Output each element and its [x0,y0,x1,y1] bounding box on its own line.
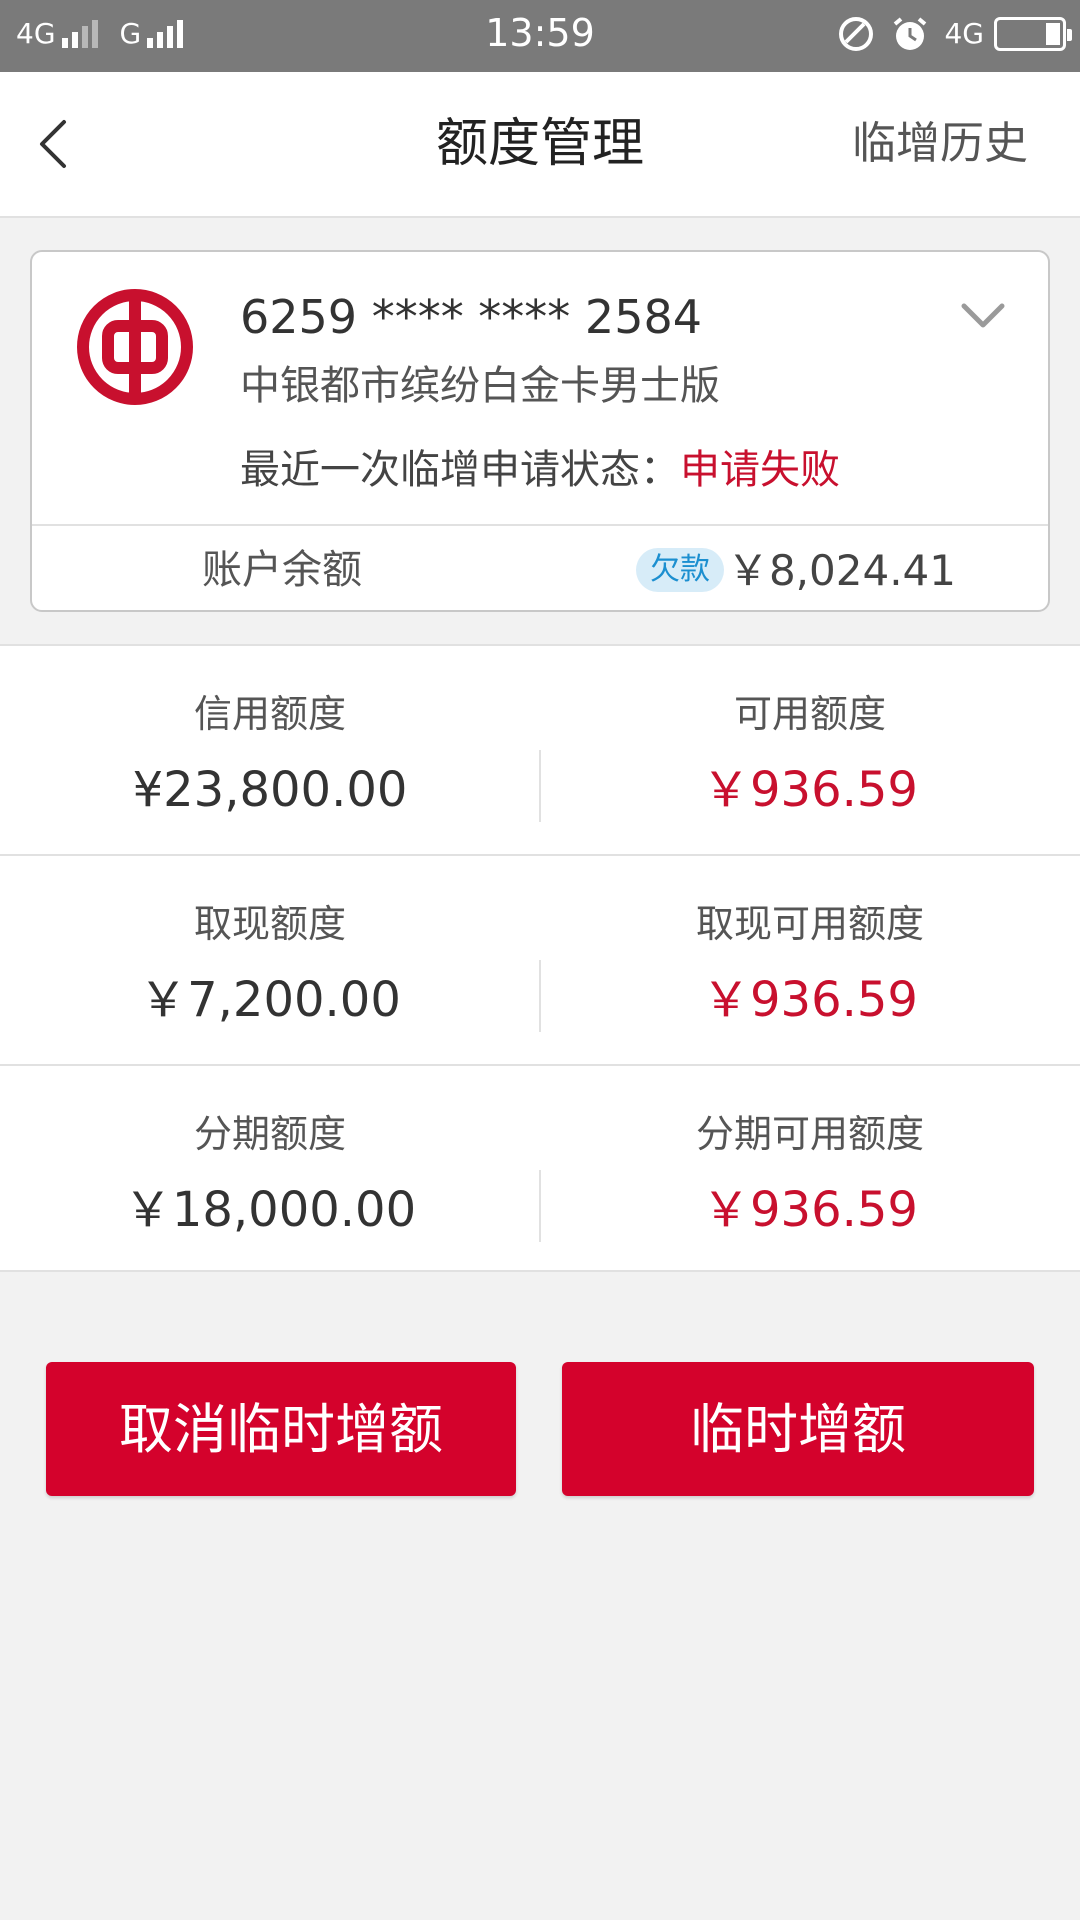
card-name: 中银都市缤纷白金卡男士版 [240,363,720,409]
credit-limit-cell: 信用额度 ¥23,800.00 [0,646,540,854]
bank-logo [77,289,193,405]
rotation-lock-icon [839,17,874,51]
installment-limit-label: 分期额度 [193,1112,346,1156]
card-panel[interactable]: 6259 **** **** 2584 中银都市缤纷白金卡男士版 最近一次临增申… [30,250,1050,612]
available-limit-value: ￥936.59 [702,762,918,818]
limit-row-installment: 分期额度 ￥18,000.00 分期可用额度 ￥936.59 [0,1066,1080,1274]
debt-badge: 欠款 [636,548,724,592]
apply-status-label: 最近一次临增申请状态： [240,447,680,493]
status-right: 4G [822,14,1072,54]
network-type-3: 4G [944,17,984,50]
chevron-down-icon[interactable] [958,298,1008,334]
limit-row-cash: 取现额度 ￥7,200.00 取现可用额度 ￥936.59 [0,856,1080,1064]
nav-bar: 额度管理 临增历史 [0,72,1080,218]
installment-available-label: 分期可用额度 [695,1112,924,1156]
cash-available-value: ￥936.59 [702,972,918,1028]
available-limit-label: 可用额度 [733,692,886,736]
cash-limit-value: ￥7,200.00 [139,972,401,1028]
apply-status-value: 申请失败 [680,447,840,493]
temp-increase-button[interactable]: 临时增额 [562,1362,1034,1496]
battery-icon [994,17,1072,51]
alarm-icon [894,17,927,50]
installment-limit-value: ￥18,000.00 [123,1182,417,1238]
apply-status: 最近一次临增申请状态：申请失败 [240,448,840,492]
limits-panel: 信用额度 ¥23,800.00 可用额度 ￥936.59 取现额度 ￥7,200… [0,644,1080,1272]
cash-available-label: 取现可用额度 [695,902,924,946]
card-number: 6259 **** **** 2584 [240,290,702,344]
installment-limit-cell: 分期额度 ￥18,000.00 [0,1066,540,1274]
cash-limit-label: 取现额度 [193,902,346,946]
credit-limit-label: 信用额度 [193,692,346,736]
card-divider [32,524,1048,526]
available-limit-cell: 可用额度 ￥936.59 [540,646,1080,854]
increase-history-link[interactable]: 临增历史 [852,116,1028,172]
installment-available-value: ￥936.59 [702,1182,918,1238]
installment-available-cell: 分期可用额度 ￥936.59 [540,1066,1080,1274]
balance-label: 账户余额 [202,547,362,593]
balance-value: ￥8,024.41 [726,546,956,595]
status-bar: 4G G 13:59 4G [0,0,1080,72]
limit-row-credit: 信用额度 ¥23,800.00 可用额度 ￥936.59 [0,646,1080,854]
cancel-temp-increase-button[interactable]: 取消临时增额 [46,1362,516,1496]
cash-available-cell: 取现可用额度 ￥936.59 [540,856,1080,1064]
credit-limit-value: ¥23,800.00 [132,762,408,818]
cash-limit-cell: 取现额度 ￥7,200.00 [0,856,540,1064]
